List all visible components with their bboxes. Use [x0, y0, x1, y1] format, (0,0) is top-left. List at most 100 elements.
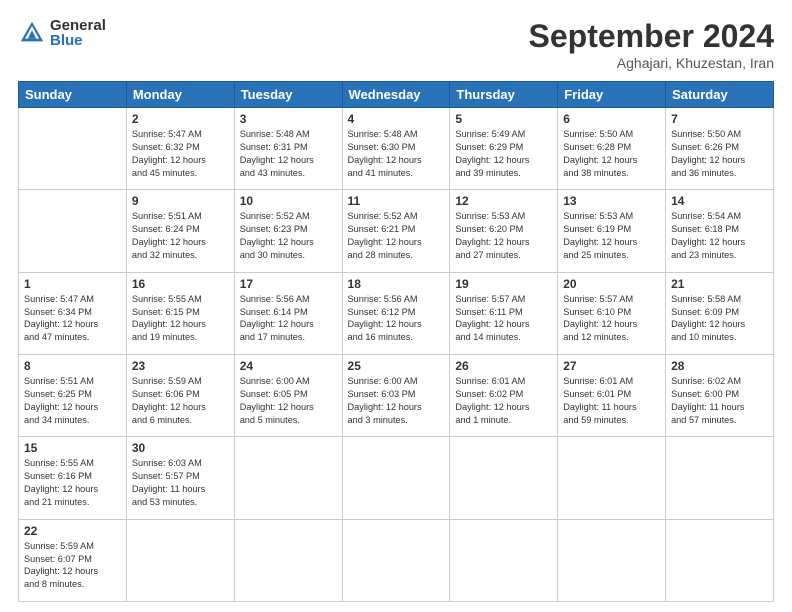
- cell-line: and 39 minutes.: [455, 167, 552, 180]
- cell-content: Sunrise: 5:48 AMSunset: 6:31 PMDaylight:…: [240, 128, 337, 180]
- page: General Blue September 2024 Aghajari, Kh…: [0, 0, 792, 612]
- cell-line: Sunset: 6:18 PM: [671, 223, 768, 236]
- cell-content: Sunrise: 5:52 AMSunset: 6:21 PMDaylight:…: [348, 210, 445, 262]
- header-friday: Friday: [558, 82, 666, 108]
- day-number: 15: [24, 441, 121, 455]
- cell-content: Sunrise: 6:03 AMSunset: 5:57 PMDaylight:…: [132, 457, 229, 509]
- table-row: 7Sunrise: 5:50 AMSunset: 6:26 PMDaylight…: [666, 108, 774, 190]
- cell-line: and 53 minutes.: [132, 496, 229, 509]
- table-row: 15Sunrise: 5:55 AMSunset: 6:16 PMDayligh…: [19, 437, 127, 519]
- table-row: 9Sunrise: 5:51 AMSunset: 6:24 PMDaylight…: [126, 190, 234, 272]
- cell-line: Sunset: 6:05 PM: [240, 388, 337, 401]
- table-row: [126, 519, 234, 601]
- cell-content: Sunrise: 5:58 AMSunset: 6:09 PMDaylight:…: [671, 293, 768, 345]
- cell-content: Sunrise: 5:49 AMSunset: 6:29 PMDaylight:…: [455, 128, 552, 180]
- cell-content: Sunrise: 6:02 AMSunset: 6:00 PMDaylight:…: [671, 375, 768, 427]
- cell-content: Sunrise: 5:56 AMSunset: 6:12 PMDaylight:…: [348, 293, 445, 345]
- cell-line: and 47 minutes.: [24, 331, 121, 344]
- cell-line: Daylight: 11 hours: [563, 401, 660, 414]
- cell-line: Daylight: 11 hours: [132, 483, 229, 496]
- cell-line: Sunrise: 5:58 AM: [671, 293, 768, 306]
- cell-line: Daylight: 12 hours: [132, 154, 229, 167]
- cell-content: Sunrise: 6:00 AMSunset: 6:03 PMDaylight:…: [348, 375, 445, 427]
- day-number: 5: [455, 112, 552, 126]
- table-row: 20Sunrise: 5:57 AMSunset: 6:10 PMDayligh…: [558, 272, 666, 354]
- cell-line: Sunrise: 5:59 AM: [132, 375, 229, 388]
- cell-line: Sunrise: 5:52 AM: [240, 210, 337, 223]
- cell-line: Sunrise: 5:48 AM: [240, 128, 337, 141]
- cell-line: Sunrise: 5:50 AM: [563, 128, 660, 141]
- cell-line: Daylight: 12 hours: [671, 236, 768, 249]
- table-row: 28 Sunrise: 6:02 AMSunset: 6:00 PMDayligh…: [666, 354, 774, 436]
- table-row: 18Sunrise: 5:56 AMSunset: 6:12 PMDayligh…: [342, 272, 450, 354]
- cell-content: Sunrise: 5:57 AMSunset: 6:10 PMDaylight:…: [563, 293, 660, 345]
- cell-line: Sunset: 6:11 PM: [455, 306, 552, 319]
- table-row: 16Sunrise: 5:55 AMSunset: 6:15 PMDayligh…: [126, 272, 234, 354]
- cell-content: Sunrise: 5:52 AMSunset: 6:23 PMDaylight:…: [240, 210, 337, 262]
- cell-line: Sunset: 6:07 PM: [24, 553, 121, 566]
- table-row: [666, 519, 774, 601]
- table-row: 21Sunrise: 5:58 AMSunset: 6:09 PMDayligh…: [666, 272, 774, 354]
- cell-line: Daylight: 11 hours: [671, 401, 768, 414]
- calendar-row: 8Sunrise: 5:51 AMSunset: 6:25 PMDaylight…: [19, 354, 774, 436]
- cell-content: Sunrise: 5:57 AMSunset: 6:11 PMDaylight:…: [455, 293, 552, 345]
- table-row: [558, 437, 666, 519]
- header-saturday: Saturday: [666, 82, 774, 108]
- table-row: 17Sunrise: 5:56 AMSunset: 6:14 PMDayligh…: [234, 272, 342, 354]
- table-row: 30Sunrise: 6:03 AMSunset: 5:57 PMDayligh…: [126, 437, 234, 519]
- cell-line: Daylight: 12 hours: [24, 318, 121, 331]
- cell-line: Daylight: 12 hours: [132, 401, 229, 414]
- cell-line: Sunrise: 6:01 AM: [563, 375, 660, 388]
- table-row: [19, 108, 127, 190]
- cell-line: Sunrise: 6:00 AM: [348, 375, 445, 388]
- logo: General Blue: [18, 18, 106, 48]
- cell-content: Sunrise: 5:53 AMSunset: 6:19 PMDaylight:…: [563, 210, 660, 262]
- cell-line: Sunrise: 5:47 AM: [132, 128, 229, 141]
- cell-line: and 10 minutes.: [671, 331, 768, 344]
- cell-line: and 45 minutes.: [132, 167, 229, 180]
- calendar-row: 1Sunrise: 5:47 AMSunset: 6:34 PMDaylight…: [19, 272, 774, 354]
- cell-line: Daylight: 12 hours: [671, 318, 768, 331]
- cell-line: and 43 minutes.: [240, 167, 337, 180]
- month-title: September 2024: [529, 18, 774, 55]
- cell-line: Sunrise: 5:48 AM: [348, 128, 445, 141]
- cell-line: Sunset: 6:28 PM: [563, 141, 660, 154]
- day-number: 23: [132, 359, 229, 373]
- cell-line: Sunrise: 5:54 AM: [671, 210, 768, 223]
- table-row: 19Sunrise: 5:57 AMSunset: 6:11 PMDayligh…: [450, 272, 558, 354]
- table-row: [450, 519, 558, 601]
- cell-line: Sunrise: 5:56 AM: [240, 293, 337, 306]
- calendar-row: 9Sunrise: 5:51 AMSunset: 6:24 PMDaylight…: [19, 190, 774, 272]
- cell-line: Sunset: 6:15 PM: [132, 306, 229, 319]
- cell-line: Sunrise: 5:56 AM: [348, 293, 445, 306]
- table-row: 1Sunrise: 5:47 AMSunset: 6:34 PMDaylight…: [19, 272, 127, 354]
- cell-line: and 28 minutes.: [348, 249, 445, 262]
- cell-line: and 12 minutes.: [563, 331, 660, 344]
- logo-blue-text: Blue: [50, 33, 106, 48]
- cell-line: Sunrise: 5:51 AM: [132, 210, 229, 223]
- day-number: 28: [671, 359, 768, 373]
- cell-line: and 3 minutes.: [348, 414, 445, 427]
- header-sunday: Sunday: [19, 82, 127, 108]
- day-number: 25: [348, 359, 445, 373]
- cell-line: Sunset: 6:00 PM: [671, 388, 768, 401]
- calendar-row: 2Sunrise: 5:47 AMSunset: 6:32 PMDaylight…: [19, 108, 774, 190]
- cell-line: Sunrise: 5:57 AM: [563, 293, 660, 306]
- table-row: 25 Sunrise: 6:00 AMSunset: 6:03 PMDayligh…: [342, 354, 450, 436]
- cell-line: Sunrise: 5:52 AM: [348, 210, 445, 223]
- cell-line: and 57 minutes.: [671, 414, 768, 427]
- cell-line: Daylight: 12 hours: [348, 401, 445, 414]
- day-number: 24: [240, 359, 337, 373]
- day-number: 12: [455, 194, 552, 208]
- cell-line: and 19 minutes.: [132, 331, 229, 344]
- table-row: [342, 519, 450, 601]
- table-row: 10Sunrise: 5:52 AMSunset: 6:23 PMDayligh…: [234, 190, 342, 272]
- day-number: 1: [24, 277, 121, 291]
- cell-line: Sunrise: 5:53 AM: [455, 210, 552, 223]
- cell-line: and 6 minutes.: [132, 414, 229, 427]
- table-row: 14Sunrise: 5:54 AMSunset: 6:18 PMDayligh…: [666, 190, 774, 272]
- cell-line: Sunset: 6:16 PM: [24, 470, 121, 483]
- cell-line: Daylight: 12 hours: [132, 236, 229, 249]
- table-row: 4Sunrise: 5:48 AMSunset: 6:30 PMDaylight…: [342, 108, 450, 190]
- cell-line: Sunset: 6:09 PM: [671, 306, 768, 319]
